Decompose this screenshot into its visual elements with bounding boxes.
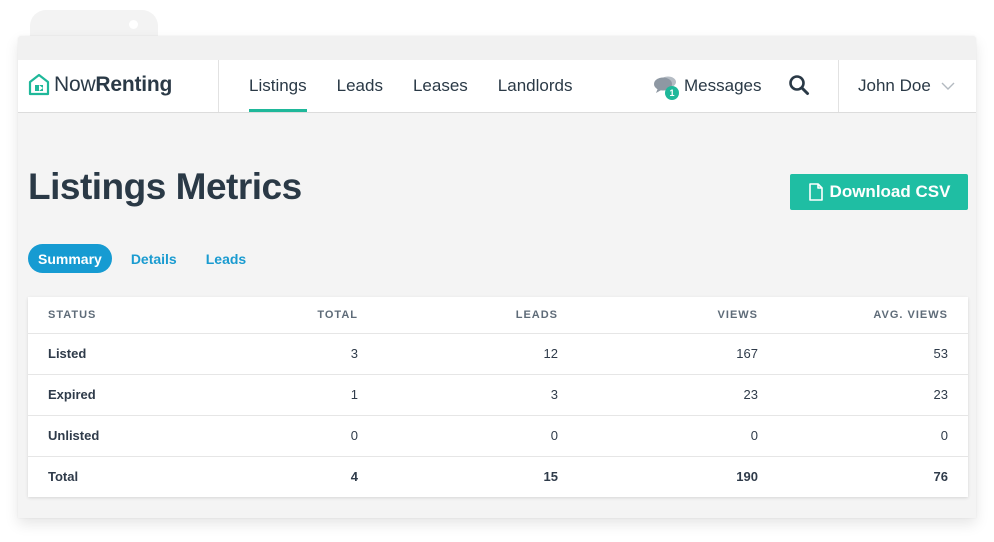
metrics-tabs: Summary Details Leads bbox=[28, 244, 265, 273]
nav-leases[interactable]: Leases bbox=[413, 60, 468, 112]
table-header-row: STATUS TOTAL LEADS VIEWS AVG. VIEWS bbox=[28, 297, 968, 334]
chat-bubbles-icon: 1 bbox=[653, 74, 679, 100]
column-header-views: VIEWS bbox=[558, 297, 758, 334]
metrics-table-card: STATUS TOTAL LEADS VIEWS AVG. VIEWS List… bbox=[28, 297, 968, 497]
logo-text: NowRenting bbox=[54, 73, 173, 96]
metrics-table: STATUS TOTAL LEADS VIEWS AVG. VIEWS List… bbox=[28, 297, 968, 497]
download-csv-label: Download CSV bbox=[829, 182, 951, 201]
browser-tab-dot bbox=[129, 20, 138, 29]
total-cell: 1 bbox=[228, 374, 358, 416]
column-header-leads: LEADS bbox=[358, 297, 558, 334]
total-cell: 3 bbox=[228, 333, 358, 375]
leads-cell: 15 bbox=[543, 469, 558, 485]
leads-cell: 3 bbox=[358, 374, 558, 416]
main-nav: Listings Leads Leases Landlords bbox=[249, 60, 602, 112]
tab-details[interactable]: Details bbox=[121, 244, 187, 273]
browser-bar bbox=[18, 36, 976, 60]
messages-label: Messages bbox=[684, 76, 762, 95]
table-row: Expired 1 3 23 23 bbox=[28, 374, 968, 416]
column-header-avg-views: AVG. VIEWS bbox=[758, 297, 968, 334]
total-cell: 0 bbox=[228, 415, 358, 457]
table-row: Listed 3 12 167 53 bbox=[28, 333, 968, 375]
user-name: John Doe bbox=[858, 76, 931, 95]
messages-count-badge: 1 bbox=[665, 86, 679, 100]
file-icon bbox=[808, 183, 823, 201]
status-cell: Expired bbox=[28, 374, 228, 416]
total-cell: 4 bbox=[350, 469, 358, 485]
status-cell: Total bbox=[48, 469, 79, 485]
nowrenting-logo[interactable]: NowRenting bbox=[28, 70, 172, 100]
column-header-total: TOTAL bbox=[228, 297, 358, 334]
status-cell: Listed bbox=[28, 333, 228, 375]
leads-cell: 0 bbox=[358, 415, 558, 457]
avg-views-cell: 23 bbox=[758, 374, 968, 416]
tab-leads[interactable]: Leads bbox=[196, 244, 256, 273]
views-cell: 167 bbox=[558, 333, 758, 375]
status-cell: Unlisted bbox=[28, 415, 228, 457]
table-total-row: Total 4 15 190 76 bbox=[28, 456, 968, 497]
user-menu[interactable]: John Doe bbox=[858, 60, 955, 112]
table-row: Unlisted 0 0 0 0 bbox=[28, 415, 968, 457]
search-icon[interactable] bbox=[788, 74, 810, 96]
download-csv-button[interactable]: Download CSV bbox=[790, 174, 968, 210]
messages-link[interactable]: 1 Messages bbox=[653, 60, 761, 112]
leads-cell: 12 bbox=[358, 333, 558, 375]
views-cell: 190 bbox=[736, 469, 758, 485]
app-window: NowRenting Listings Leads Leases Landlor… bbox=[18, 36, 976, 518]
nav-listings[interactable]: Listings bbox=[249, 60, 307, 112]
avg-views-cell: 53 bbox=[758, 333, 968, 375]
column-header-status: STATUS bbox=[28, 297, 228, 334]
tab-summary[interactable]: Summary bbox=[28, 244, 112, 273]
avg-views-cell: 76 bbox=[933, 469, 948, 485]
avg-views-cell: 0 bbox=[758, 415, 968, 457]
views-cell: 23 bbox=[558, 374, 758, 416]
nav-leads[interactable]: Leads bbox=[337, 60, 383, 112]
nav-landlords[interactable]: Landlords bbox=[498, 60, 573, 112]
navbar-divider bbox=[218, 60, 219, 112]
views-cell: 0 bbox=[558, 415, 758, 457]
house-logo-icon bbox=[28, 73, 50, 96]
chevron-down-icon bbox=[941, 82, 955, 90]
page-title: Listings Metrics bbox=[28, 166, 302, 207]
top-navbar: NowRenting Listings Leads Leases Landlor… bbox=[18, 60, 976, 113]
navbar-divider bbox=[838, 60, 839, 112]
